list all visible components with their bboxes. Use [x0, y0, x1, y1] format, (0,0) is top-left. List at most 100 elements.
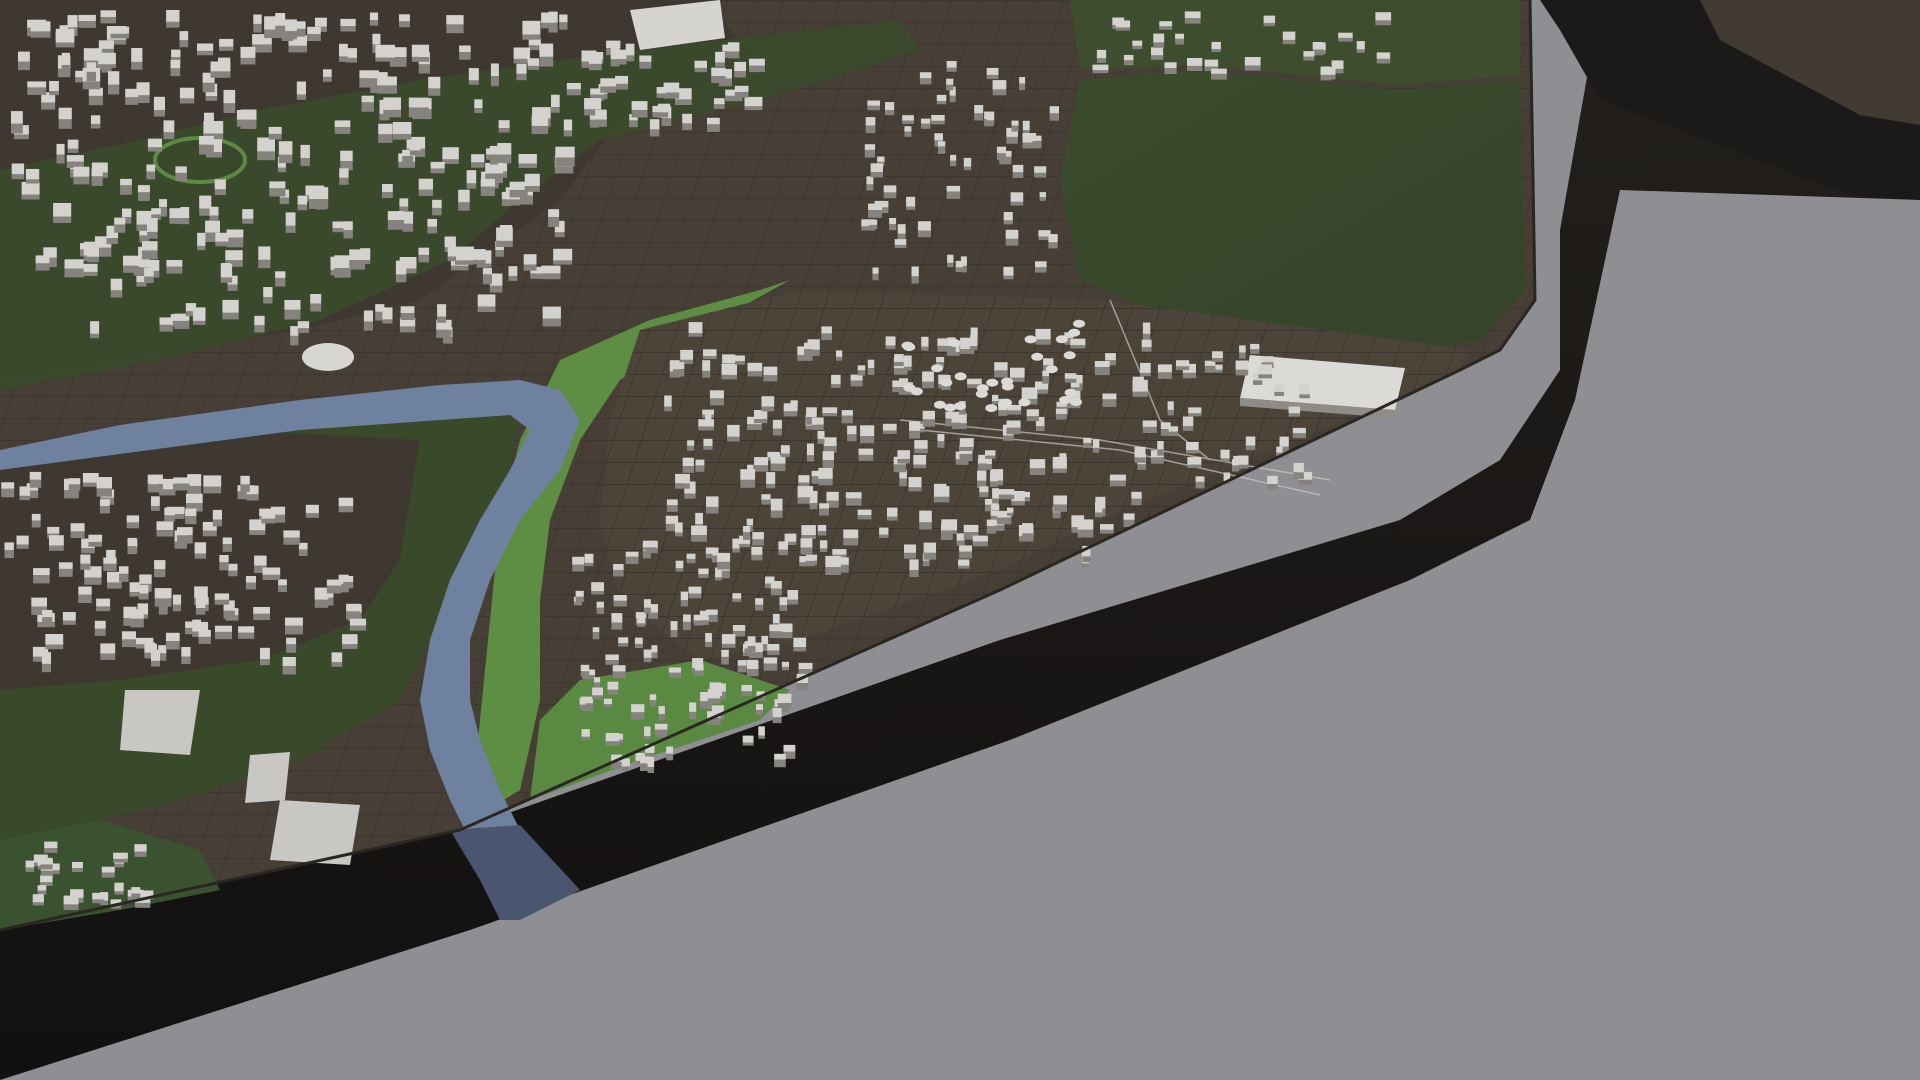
- building: [592, 627, 600, 633]
- building: [990, 510, 998, 516]
- building: [967, 378, 982, 385]
- building-side: [222, 312, 239, 320]
- storage-tank: [1070, 398, 1082, 407]
- building-side: [625, 556, 639, 565]
- building: [1176, 360, 1190, 367]
- building: [137, 185, 150, 193]
- building-side: [202, 82, 215, 93]
- city-model-scene: [0, 0, 1920, 1080]
- building-side: [142, 250, 158, 260]
- building: [743, 526, 751, 533]
- building-side: [937, 146, 946, 154]
- building: [707, 117, 720, 125]
- building-side: [242, 218, 254, 224]
- building-side: [359, 78, 379, 88]
- building-side: [471, 162, 485, 168]
- building: [695, 512, 703, 525]
- building-side: [482, 274, 492, 285]
- building-side: [1153, 42, 1165, 48]
- building-side: [1141, 347, 1152, 352]
- building: [959, 545, 972, 552]
- building-side: [542, 318, 561, 327]
- building: [138, 890, 154, 896]
- building-side: [749, 65, 765, 73]
- building-side: [127, 546, 137, 555]
- building-side: [466, 183, 477, 189]
- building-side: [284, 309, 301, 320]
- building: [592, 687, 603, 696]
- storage-tank: [903, 343, 916, 352]
- building: [857, 509, 872, 515]
- building: [490, 63, 499, 77]
- building: [223, 89, 236, 104]
- building: [639, 55, 652, 62]
- building-side: [1032, 140, 1042, 149]
- map-viewport[interactable]: [0, 0, 1920, 1080]
- building-side: [343, 230, 353, 239]
- building-side: [94, 628, 106, 636]
- building-side: [781, 666, 789, 671]
- building: [1055, 408, 1067, 414]
- building: [219, 38, 234, 47]
- building-side: [595, 119, 607, 127]
- building: [1021, 387, 1038, 399]
- building-side: [770, 588, 782, 596]
- building: [649, 119, 660, 130]
- building: [605, 654, 619, 661]
- building: [1123, 55, 1134, 61]
- building: [1276, 446, 1283, 453]
- building-side: [33, 574, 50, 584]
- building: [260, 647, 270, 660]
- building: [1211, 68, 1227, 74]
- building: [1267, 475, 1278, 484]
- building: [35, 255, 50, 264]
- building-side: [1215, 369, 1223, 373]
- building: [129, 582, 140, 592]
- building-side: [819, 548, 828, 552]
- building-side: [222, 544, 232, 552]
- building: [261, 509, 276, 519]
- building: [548, 209, 560, 218]
- building: [173, 477, 190, 484]
- building-side: [238, 632, 255, 639]
- building-side: [845, 498, 862, 506]
- building-side: [120, 185, 132, 195]
- building: [146, 164, 156, 172]
- building: [11, 111, 23, 124]
- storage-tank: [1031, 352, 1044, 361]
- building-side: [489, 285, 503, 293]
- building: [195, 596, 206, 608]
- building: [179, 31, 189, 41]
- building: [737, 660, 747, 666]
- building: [1215, 364, 1223, 370]
- building: [972, 535, 988, 542]
- building: [541, 265, 561, 274]
- building: [1022, 523, 1034, 534]
- building-side: [343, 582, 354, 589]
- building-side: [763, 663, 778, 671]
- building: [45, 634, 64, 645]
- building: [228, 563, 238, 571]
- building-side: [70, 531, 85, 538]
- building: [164, 507, 175, 516]
- building: [1292, 427, 1306, 434]
- building: [908, 477, 922, 488]
- building-side: [559, 22, 568, 30]
- building: [383, 97, 401, 110]
- building-side: [554, 232, 565, 238]
- building-side: [1077, 529, 1094, 538]
- building-side: [1002, 435, 1014, 441]
- building-side: [1115, 27, 1131, 31]
- building: [240, 46, 256, 58]
- building-side: [793, 647, 807, 652]
- building: [1164, 62, 1177, 69]
- building-side: [4, 550, 14, 559]
- building-side: [947, 262, 954, 268]
- building: [539, 43, 554, 57]
- building-side: [172, 604, 182, 612]
- building-side: [523, 264, 537, 271]
- building-side: [100, 653, 116, 660]
- building-side: [418, 189, 433, 196]
- building: [378, 123, 393, 135]
- storage-tank: [940, 378, 953, 387]
